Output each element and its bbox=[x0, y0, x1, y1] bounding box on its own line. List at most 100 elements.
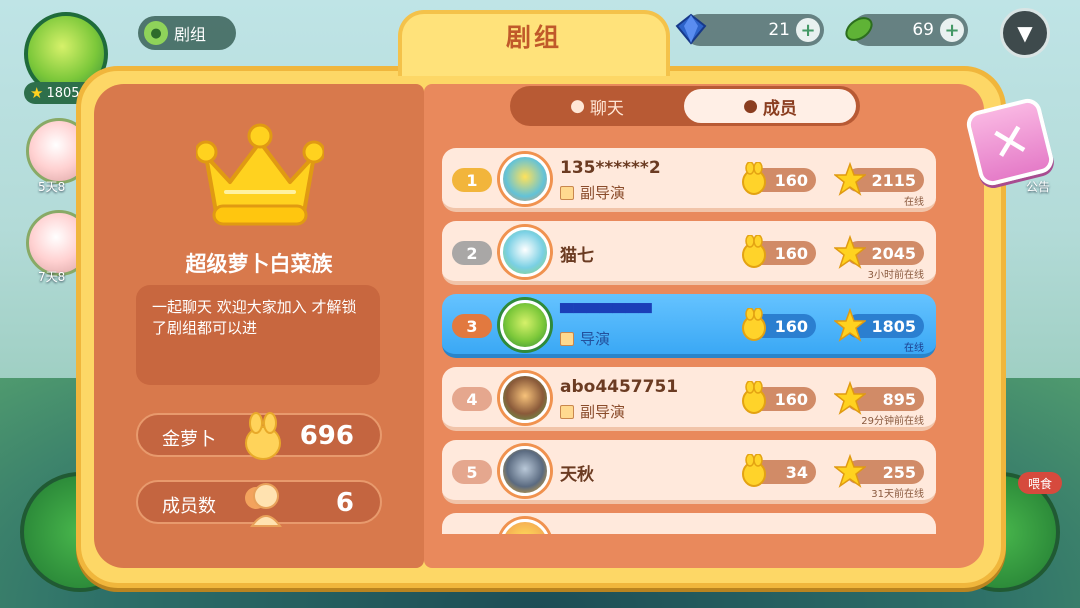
rank-badge: 4 bbox=[452, 387, 492, 411]
gold-carrot-value: 696 bbox=[299, 421, 354, 451]
member-row-self[interactable]: 3 ▀▀▀▀▀▀▀ 导演 160 1805 在线 bbox=[442, 294, 936, 358]
star-icon: ★ bbox=[30, 84, 44, 102]
leaf-counter: 69 + bbox=[845, 14, 968, 46]
star-score: 255 bbox=[834, 454, 924, 488]
event-label-2: 7天8 bbox=[38, 270, 66, 284]
carrot-value: 34 bbox=[785, 462, 808, 482]
member-icon: ● bbox=[743, 96, 758, 116]
chat-bubble-icon: ● bbox=[144, 21, 168, 45]
star-icon bbox=[834, 235, 866, 269]
gold-carrot-icon bbox=[742, 454, 766, 487]
role-badge-icon bbox=[560, 331, 574, 346]
star-value: 2115 bbox=[871, 170, 916, 190]
star-value: 895 bbox=[882, 389, 916, 409]
member-avatar[interactable] bbox=[500, 373, 550, 423]
member-avatar[interactable] bbox=[500, 519, 550, 534]
star-score: 2045 bbox=[834, 235, 924, 269]
member-role-label: 导演 bbox=[580, 330, 611, 348]
carrot-contribution: 160 bbox=[742, 235, 816, 268]
dialog-title: 剧组 bbox=[505, 23, 562, 52]
crown-icon bbox=[196, 123, 324, 226]
tab-chat-label: 聊天 bbox=[589, 98, 624, 119]
member-avatar[interactable] bbox=[500, 227, 550, 277]
carrot-value: 160 bbox=[774, 316, 808, 336]
member-role: 副导演 bbox=[560, 401, 625, 422]
star-value: 2045 bbox=[871, 243, 916, 263]
member-row[interactable]: 4 abo4457751 副导演 160 895 29分钟前在线 bbox=[442, 367, 936, 431]
star-icon bbox=[834, 381, 866, 415]
member-count-label: 成员数 bbox=[162, 496, 216, 517]
crew-description-text: 一起聊天 欢迎大家加入 才解锁了剧组都可以进 bbox=[152, 298, 357, 337]
member-row[interactable]: 5 天秋 34 255 31天前在线 bbox=[442, 440, 936, 504]
rank-badge: 5 bbox=[452, 460, 492, 484]
menu-dropdown-button[interactable]: ▼ bbox=[1000, 8, 1050, 58]
gold-carrot-icon bbox=[742, 308, 766, 341]
member-role: 导演 bbox=[560, 328, 610, 349]
member-name: ▀▀▀▀▀▀▀ bbox=[560, 304, 652, 324]
gold-carrot-icon bbox=[742, 381, 766, 414]
carrot-contribution: 160 bbox=[742, 308, 816, 341]
carrot-value: 160 bbox=[774, 170, 808, 190]
rank-badge: 2 bbox=[452, 241, 492, 265]
leaf-count: 69 bbox=[912, 20, 934, 40]
member-role-label: 副导演 bbox=[580, 184, 626, 202]
member-name: 135******2 bbox=[560, 158, 661, 178]
role-badge-icon bbox=[560, 185, 574, 200]
tab-members-label: 成员 bbox=[762, 98, 797, 119]
member-row[interactable] bbox=[442, 513, 936, 534]
member-role-label: 副导演 bbox=[580, 403, 626, 421]
announcement-label[interactable]: 公告 bbox=[1026, 178, 1050, 195]
gold-carrot-stat: 金萝卜 696 bbox=[136, 412, 382, 460]
member-count-stat: 成员数 6 bbox=[136, 480, 382, 527]
gold-carrot-icon bbox=[742, 162, 766, 195]
carrot-contribution: 160 bbox=[742, 162, 816, 195]
star-score: 1805 bbox=[834, 308, 924, 342]
rank-badge: 3 bbox=[452, 314, 492, 338]
member-name: 猫七 bbox=[560, 246, 594, 266]
add-gems-button[interactable]: + bbox=[796, 18, 820, 42]
chevron-down-icon: ▼ bbox=[1017, 21, 1033, 45]
feed-button[interactable]: 喂食 bbox=[1018, 472, 1062, 494]
gem-count: 21 bbox=[768, 20, 790, 40]
member-avatar[interactable] bbox=[500, 154, 550, 204]
rank-badge: 1 bbox=[452, 168, 492, 192]
member-avatar[interactable] bbox=[500, 300, 550, 350]
carrot-value: 160 bbox=[774, 389, 808, 409]
member-list[interactable]: 1 135******2 副导演 160 2115 在线 2 猫七 160 20… bbox=[442, 140, 942, 534]
member-count-value: 6 bbox=[335, 488, 354, 518]
online-status: 在线 bbox=[904, 197, 924, 208]
online-status: 3小时前在线 bbox=[867, 270, 924, 281]
gold-carrot-icon bbox=[742, 235, 766, 268]
member-row[interactable]: 1 135******2 副导演 160 2115 在线 bbox=[442, 148, 936, 212]
star-value: 255 bbox=[882, 462, 916, 482]
online-status: 在线 bbox=[904, 343, 924, 354]
member-row[interactable]: 2 猫七 160 2045 3小时前在线 bbox=[442, 221, 936, 285]
star-icon bbox=[834, 454, 866, 488]
star-value: 1805 bbox=[871, 316, 916, 336]
crew-description: 一起聊天 欢迎大家加入 才解锁了剧组都可以进 bbox=[136, 285, 380, 385]
close-icon: ✕ bbox=[984, 111, 1036, 173]
member-role: 副导演 bbox=[560, 182, 625, 203]
member-icon bbox=[245, 483, 282, 527]
online-status: 31天前在线 bbox=[871, 489, 924, 500]
crew-button[interactable]: ● 剧组 bbox=[138, 16, 236, 50]
star-icon bbox=[834, 162, 866, 196]
carrot-value: 160 bbox=[774, 243, 808, 263]
carrot-contribution: 34 bbox=[742, 454, 816, 487]
crew-name: 超级萝卜白菜族 bbox=[185, 252, 333, 276]
player-level: 1805 bbox=[46, 85, 80, 101]
online-status: 29分钟前在线 bbox=[861, 416, 924, 427]
gem-counter: 21 + bbox=[675, 13, 824, 46]
member-avatar[interactable] bbox=[500, 446, 550, 496]
star-score: 2115 bbox=[834, 162, 924, 196]
member-name: 天秋 bbox=[560, 465, 594, 485]
tab-members[interactable]: ● 成员 bbox=[684, 89, 856, 123]
leaf-icon bbox=[845, 17, 873, 41]
member-name: abo4457751 bbox=[560, 377, 679, 397]
add-leaves-button[interactable]: + bbox=[940, 18, 964, 42]
tab-chat[interactable]: ● 聊天 bbox=[514, 89, 680, 123]
role-badge-icon bbox=[560, 404, 574, 419]
star-score: 895 bbox=[834, 381, 924, 415]
star-icon bbox=[834, 308, 866, 342]
gold-carrot-label: 金萝卜 bbox=[162, 429, 216, 450]
